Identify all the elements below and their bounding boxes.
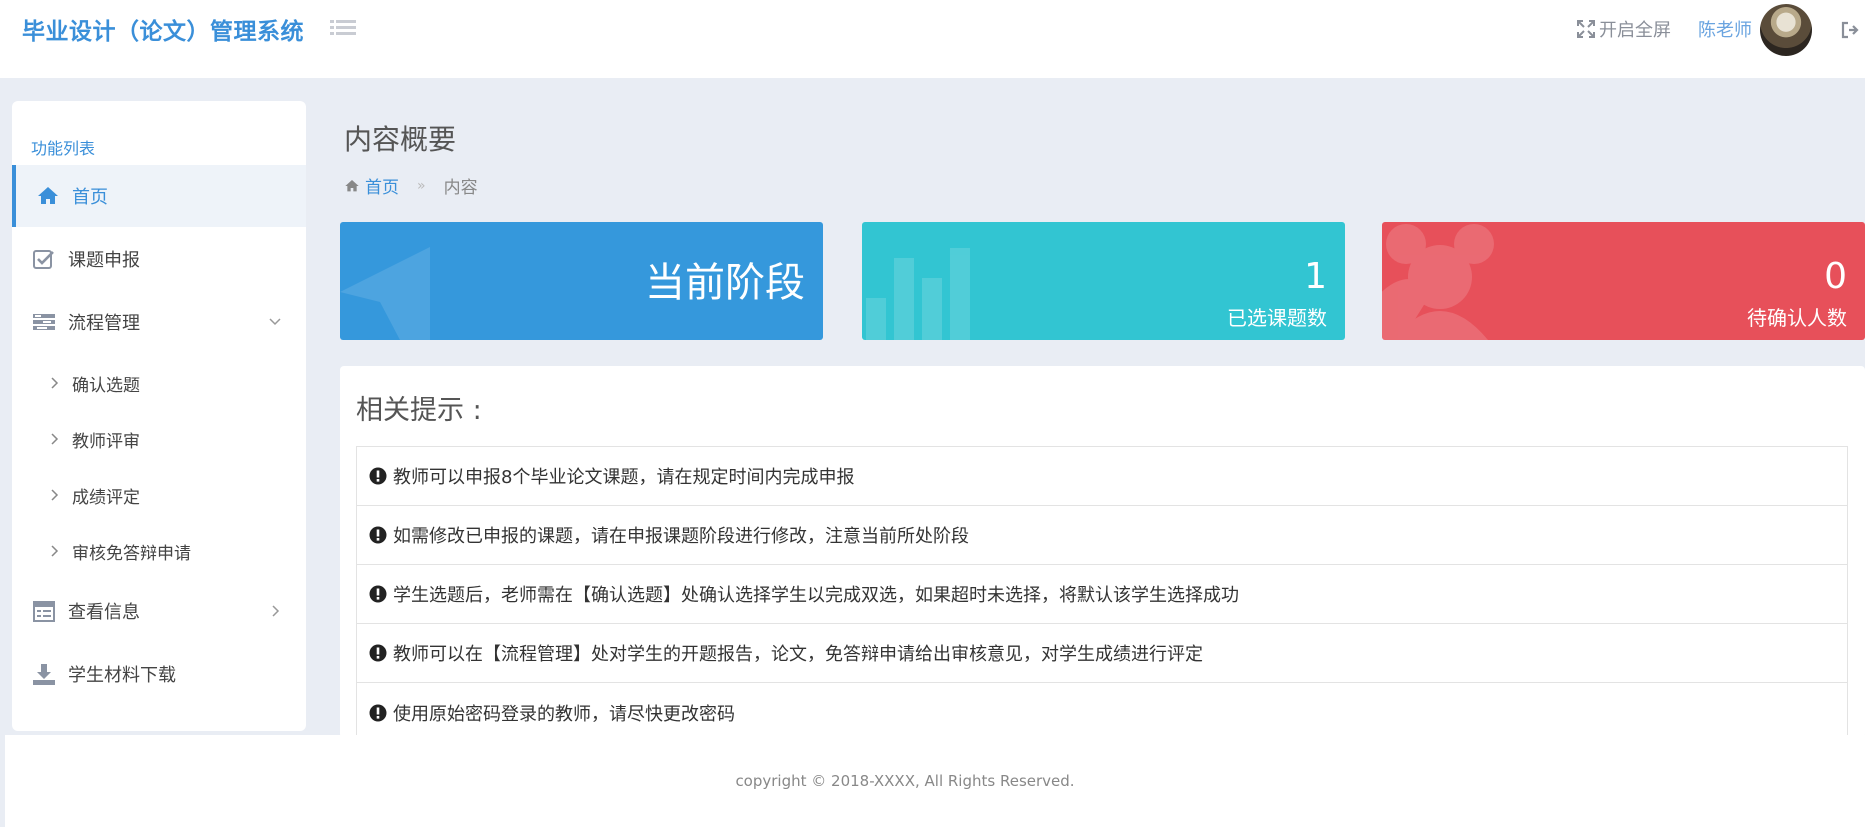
tip-text: 学生选题后，老师需在【确认选题】处确认选择学生以完成双选，如果超时未选择，将默认…: [393, 585, 1239, 606]
check-square-icon: [33, 250, 54, 269]
tip-text: 教师可以在【流程管理】处对学生的开题报告，论文，免答辩申请给出审核意见，对学生成…: [393, 644, 1203, 665]
current-stage-card[interactable]: 当前阶段: [340, 222, 823, 340]
pending-confirm-card[interactable]: 0 待确认人数: [1382, 222, 1865, 340]
sidebar-item-download[interactable]: 学生材料下载: [12, 643, 306, 705]
user-name-link[interactable]: 陈老师: [1698, 16, 1752, 42]
exclamation-circle-icon: [369, 526, 387, 544]
tasks-icon: [33, 314, 55, 330]
sidebar-subitem-exemption-review[interactable]: 审核免答辩申请: [12, 526, 306, 576]
app-brand[interactable]: 毕业设计（论文）管理系统: [22, 12, 304, 46]
sidebar-title: 功能列表: [31, 139, 96, 158]
selected-topics-card[interactable]: 1 已选课题数: [862, 222, 1345, 340]
page-title: 内容概要: [344, 123, 457, 156]
sidebar-subitem-label: 审核免答辩申请: [72, 543, 191, 564]
sidebar-item-topic-apply[interactable]: 课题申报: [12, 228, 306, 290]
sidebar-item-process[interactable]: 流程管理: [12, 291, 306, 353]
selected-topics-label: 已选课题数: [1227, 306, 1327, 330]
fullscreen-label: 开启全屏: [1599, 20, 1671, 41]
exclamation-circle-icon: [369, 585, 387, 603]
list-item: 教师可以申报8个毕业论文课题，请在规定时间内完成申报: [357, 447, 1847, 506]
breadcrumb-home-link[interactable]: 首页: [344, 173, 399, 198]
tip-text: 教师可以申报8个毕业论文课题，请在规定时间内完成申报: [393, 467, 855, 488]
sidebar-item-view-info[interactable]: 查看信息: [12, 580, 306, 642]
tips-list: 教师可以申报8个毕业论文课题，请在规定时间内完成申报 如需修改已申报的课题，请在…: [356, 446, 1848, 743]
sidebar-item-label: 查看信息: [68, 602, 140, 623]
sidebar-subitem-teacher-review[interactable]: 教师评审: [12, 414, 306, 464]
home-icon: [38, 187, 58, 204]
pending-confirm-count: 0: [1824, 256, 1847, 297]
sidebar-item-home[interactable]: 首页: [12, 165, 306, 227]
list-item: 使用原始密码登录的教师，请尽快更改密码: [357, 683, 1847, 742]
sidebar-item-label: 学生材料下载: [68, 665, 176, 686]
sidebar-subitem-label: 确认选题: [72, 375, 140, 396]
list-item: 教师可以在【流程管理】处对学生的开题报告，论文，免答辩申请给出审核意见，对学生成…: [357, 624, 1847, 683]
chevron-down-icon: [269, 318, 281, 326]
selected-topics-count: 1: [1304, 256, 1327, 297]
sidebar-item-label: 流程管理: [68, 313, 140, 334]
breadcrumb: 首页 » 内容: [344, 173, 478, 198]
sidebar-subitem-label: 成绩评定: [72, 487, 140, 508]
sidebar-item-label: 课题申报: [68, 250, 140, 271]
breadcrumb-home-label: 首页: [365, 178, 399, 198]
chevron-right-icon: [272, 605, 280, 617]
download-icon: [33, 664, 55, 685]
tip-text: 如需修改已申报的课题，请在申报课题阶段进行修改，注意当前所处阶段: [393, 526, 969, 547]
tips-title: 相关提示 :: [356, 395, 482, 426]
expand-icon: [1577, 20, 1595, 38]
chevron-right-icon: [51, 489, 59, 501]
sidebar-item-label: 首页: [72, 187, 108, 208]
calendar-icon: [33, 601, 55, 622]
breadcrumb-current: 内容: [443, 178, 478, 198]
chevron-right-icon: [51, 377, 59, 389]
breadcrumb-separator: »: [417, 177, 426, 194]
list-item: 如需修改已申报的课题，请在申报课题阶段进行修改，注意当前所处阶段: [357, 506, 1847, 565]
exclamation-circle-icon: [369, 467, 387, 485]
avatar[interactable]: [1760, 4, 1812, 56]
top-header: 毕业设计（论文）管理系统 开启全屏 陈老师: [0, 0, 1865, 78]
exclamation-circle-icon: [369, 704, 387, 721]
footer: copyright © 2018-XXXX, All Rights Reserv…: [5, 735, 1865, 827]
tips-panel: 相关提示 : 教师可以申报8个毕业论文课题，请在规定时间内完成申报 如需修改已申…: [340, 366, 1865, 743]
pending-confirm-label: 待确认人数: [1747, 306, 1847, 330]
sidebar-subitem-confirm-topic[interactable]: 确认选题: [12, 358, 306, 408]
fullscreen-button[interactable]: 开启全屏: [1577, 16, 1671, 42]
exclamation-circle-icon: [369, 644, 387, 662]
sidebar: 功能列表 首页 课题申报 流程管理 确认选题 教师评审 成绩评定 审核免答辩申请…: [12, 101, 306, 731]
logout-icon[interactable]: [1840, 20, 1860, 40]
current-stage-text: 当前阶段: [645, 260, 805, 306]
menu-toggle-icon[interactable]: [330, 18, 356, 40]
list-item: 学生选题后，老师需在【确认选题】处确认选择学生以完成双选，如果超时未选择，将默认…: [357, 565, 1847, 624]
chevron-right-icon: [51, 545, 59, 557]
tip-text: 使用原始密码登录的教师，请尽快更改密码: [393, 703, 735, 725]
sidebar-subitem-grading[interactable]: 成绩评定: [12, 470, 306, 520]
home-icon: [345, 179, 359, 191]
sidebar-subitem-label: 教师评审: [72, 431, 140, 452]
copyright-text: copyright © 2018-XXXX, All Rights Reserv…: [735, 772, 1075, 790]
chevron-right-icon: [51, 433, 59, 445]
